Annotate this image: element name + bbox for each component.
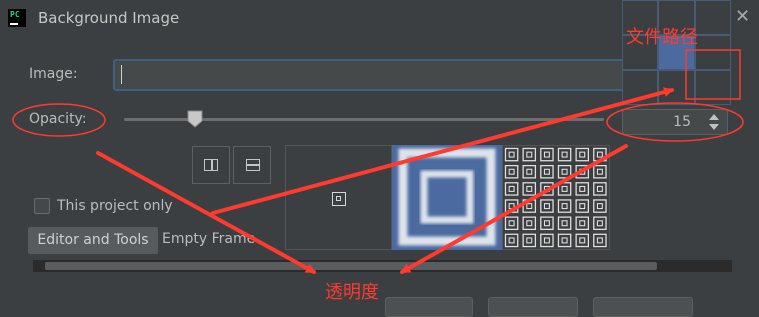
arrow-from-opacity-label (96, 151, 316, 274)
arrow-to-browse (211, 87, 674, 215)
annotation-opacity: 透明度 (325, 282, 379, 303)
arrow-from-opacity-value (400, 144, 628, 274)
annotation-file-path: 文件路径 (626, 27, 698, 48)
opacity-label-highlight (12, 103, 106, 137)
opacity-value-highlight (606, 102, 744, 142)
browse-highlight-box (685, 49, 741, 100)
